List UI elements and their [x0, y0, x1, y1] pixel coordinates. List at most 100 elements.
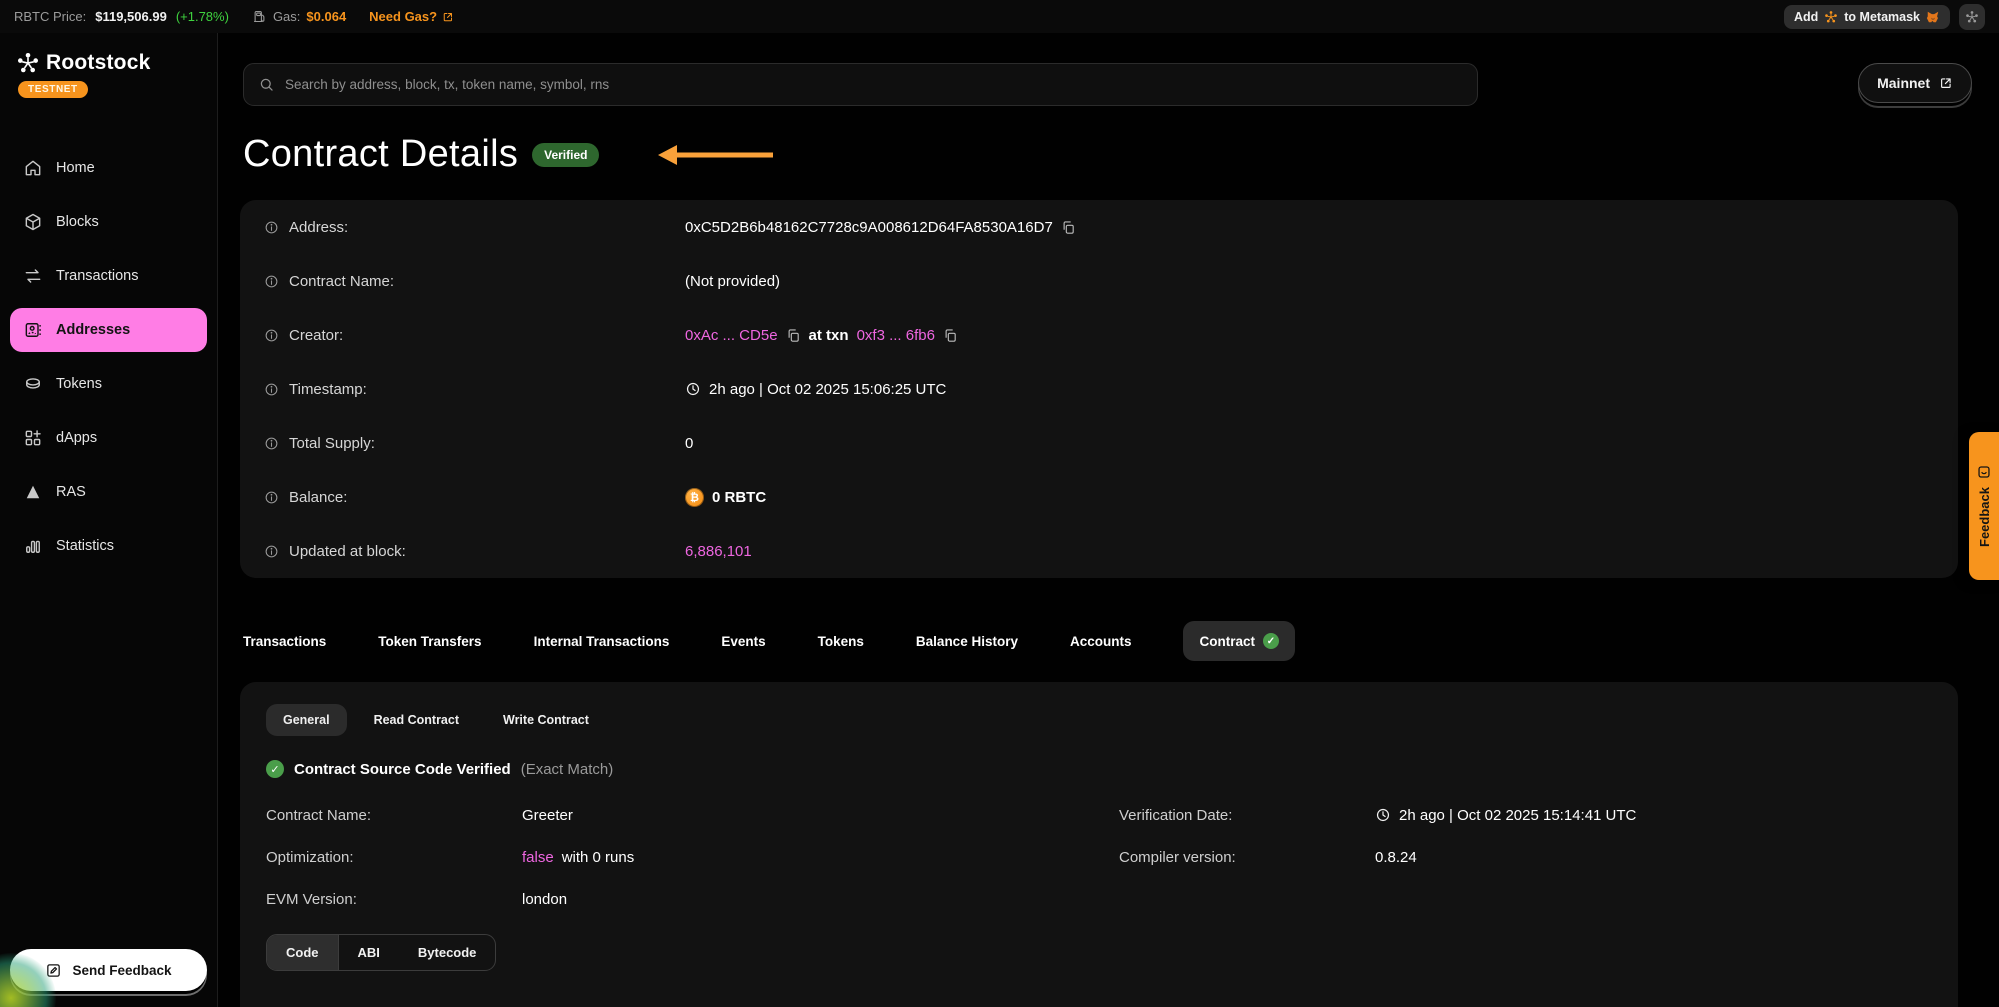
creation-txn-link[interactable]: 0xf3 ... 6fb6: [857, 327, 935, 344]
total-supply-label: Total Supply:: [289, 435, 375, 452]
balance-value: 0 RBTC: [712, 489, 766, 506]
detail-row-updated-block: Updated at block: 6,886,101: [264, 524, 1934, 578]
statistics-icon: [23, 536, 43, 556]
info-icon: [264, 544, 279, 559]
copy-icon[interactable]: [943, 328, 958, 343]
contract-name-value: (Not provided): [685, 273, 780, 290]
creator-address-link[interactable]: 0xAc ... CD5e: [685, 327, 778, 344]
optimization-flag: false: [522, 849, 554, 866]
info-icon: [264, 490, 279, 505]
verification-right-column: Verification Date: 2h ago | Oct 02 2025 …: [1119, 794, 1932, 920]
sidebar-item-label: Statistics: [56, 538, 114, 554]
subtab-general[interactable]: General: [266, 704, 347, 736]
detail-row-total-supply: Total Supply: 0: [264, 416, 1934, 470]
mainnet-label: Mainnet: [1877, 75, 1930, 91]
updated-block-link[interactable]: 6,886,101: [685, 543, 752, 560]
sidebar-item-tokens[interactable]: Tokens: [10, 362, 207, 406]
detail-row-creator: Creator: 0xAc ... CD5e at txn 0xf3 ... 6…: [264, 308, 1934, 362]
rootstock-logo-icon: [1824, 10, 1838, 24]
optimization-runs: with 0 runs: [562, 849, 635, 866]
detail-row-balance: Balance: ₿ 0 RBTC: [264, 470, 1934, 524]
copy-icon[interactable]: [786, 328, 801, 343]
mainnet-button[interactable]: Mainnet: [1858, 63, 1972, 103]
network-badge: TESTNET: [18, 81, 88, 98]
code-view-switcher: Code ABI Bytecode: [266, 934, 496, 971]
at-txn-text: at txn: [809, 327, 849, 344]
brand-name: Rootstock: [46, 51, 150, 75]
sidebar-item-ras[interactable]: RAS: [10, 470, 207, 514]
need-gas-label: Need Gas?: [369, 9, 437, 24]
page-title: Contract Details: [243, 133, 518, 176]
ras-icon: [23, 482, 43, 502]
tab-tokens[interactable]: Tokens: [818, 634, 864, 649]
sidebar: Rootstock TESTNET Home Blocks Transactio…: [0, 33, 218, 1007]
search-input[interactable]: [285, 77, 1463, 92]
addresses-icon: [23, 320, 43, 340]
sidebar-item-dapps[interactable]: dApps: [10, 416, 207, 460]
tokens-icon: [23, 374, 43, 394]
creator-label: Creator:: [289, 327, 343, 344]
tab-transactions[interactable]: Transactions: [243, 634, 326, 649]
brand: Rootstock TESTNET: [0, 33, 217, 98]
copy-icon[interactable]: [1061, 220, 1076, 235]
feedback-tab-label: Feedback: [1977, 487, 1992, 547]
gas-value: $0.064: [306, 9, 346, 24]
info-icon: [264, 436, 279, 451]
tab-contract[interactable]: Contract ✓: [1183, 621, 1295, 661]
feedback-side-tab[interactable]: Feedback: [1969, 432, 1999, 580]
row-compiler-version: Compiler version: 0.8.24: [1119, 836, 1932, 878]
sidebar-item-home[interactable]: Home: [10, 146, 207, 190]
search-icon: [258, 76, 275, 93]
detail-row-contract-name: Contract Name: (Not provided): [264, 254, 1934, 308]
title-row: Contract Details Verified: [243, 133, 775, 176]
verification-info-grid: Contract Name: Greeter Optimization: fal…: [266, 794, 1932, 920]
sidebar-item-transactions[interactable]: Transactions: [10, 254, 207, 298]
row-evm-version: EVM Version: london: [266, 878, 1079, 920]
sidebar-item-blocks[interactable]: Blocks: [10, 200, 207, 244]
subtab-read-contract[interactable]: Read Contract: [357, 704, 476, 736]
verification-date-value: 2h ago | Oct 02 2025 15:14:41 UTC: [1399, 807, 1636, 824]
contract-subtabs: General Read Contract Write Contract: [266, 704, 1932, 736]
rootstock-logo-icon: [16, 51, 40, 75]
rbtc-price-change: (+1.78%): [176, 9, 229, 24]
theme-toggle-button[interactable]: [1959, 4, 1985, 30]
segment-bytecode[interactable]: Bytecode: [399, 935, 496, 970]
tab-events[interactable]: Events: [721, 634, 765, 649]
segment-code[interactable]: Code: [267, 935, 339, 970]
home-icon: [23, 158, 43, 178]
contract-name-label: Contract Name:: [289, 273, 394, 290]
balance-label: Balance:: [289, 489, 347, 506]
info-icon: [264, 274, 279, 289]
address-tabs: Transactions Token Transfers Internal Tr…: [243, 618, 1958, 664]
row-optimization: Optimization: false with 0 runs: [266, 836, 1079, 878]
tab-token-transfers[interactable]: Token Transfers: [378, 634, 481, 649]
contract-name-value: Greeter: [522, 807, 1079, 824]
rbtc-price-value: $119,506.99: [95, 9, 167, 24]
detail-row-timestamp: Timestamp: 2h ago | Oct 02 2025 15:06:25…: [264, 362, 1934, 416]
check-icon: ✓: [266, 760, 284, 778]
verified-badge: Verified: [532, 143, 599, 167]
gas-pump-icon: [252, 9, 267, 24]
annotation-arrow: [657, 143, 775, 167]
sidebar-item-statistics[interactable]: Statistics: [10, 524, 207, 568]
tab-accounts[interactable]: Accounts: [1070, 634, 1132, 649]
add-to-metamask-button[interactable]: Add to Metamask: [1784, 5, 1950, 29]
timestamp-value: 2h ago | Oct 02 2025 15:06:25 UTC: [709, 381, 946, 398]
detail-row-address: Address: 0xC5D2B6b48162C7728c9A008612D64…: [264, 200, 1934, 254]
tab-balance-history[interactable]: Balance History: [916, 634, 1018, 649]
search-bar: [243, 63, 1478, 106]
check-icon: ✓: [1263, 633, 1279, 649]
exact-match-text: (Exact Match): [521, 761, 614, 778]
theme-toggle-icon: [1965, 10, 1979, 24]
need-gas-link[interactable]: Need Gas?: [369, 9, 454, 24]
tab-internal-transactions[interactable]: Internal Transactions: [534, 634, 670, 649]
transactions-icon: [23, 266, 43, 286]
sidebar-item-addresses[interactable]: Addresses: [10, 308, 207, 352]
segment-abi[interactable]: ABI: [339, 935, 399, 970]
rbtc-coin-icon: ₿: [685, 488, 704, 507]
subtab-write-contract[interactable]: Write Contract: [486, 704, 606, 736]
sidebar-item-label: RAS: [56, 484, 86, 500]
metamask-fox-icon: [1926, 10, 1940, 24]
add-label: Add: [1794, 10, 1818, 24]
total-supply-value: 0: [685, 435, 693, 452]
